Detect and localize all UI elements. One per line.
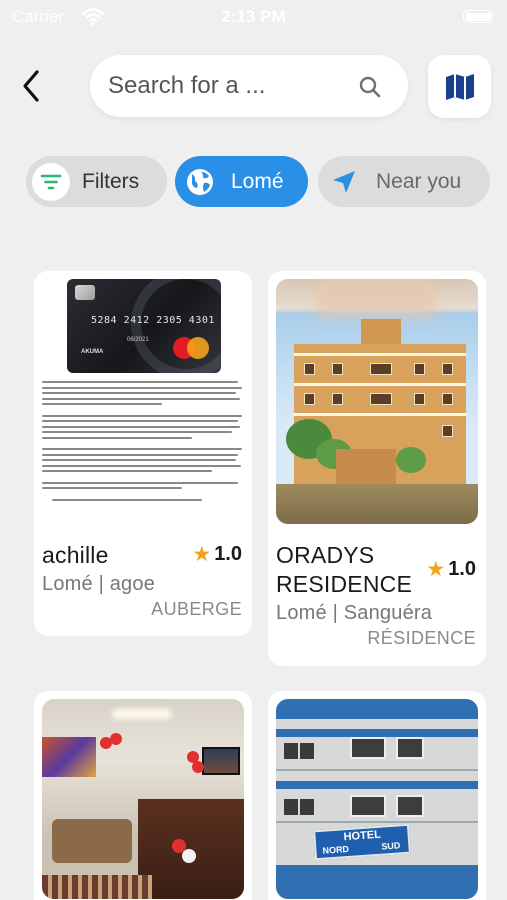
filters-chip[interactable]: Filters: [26, 156, 167, 207]
listing-rating: ★ 1.0: [192, 542, 242, 567]
clock: 2:13 PM: [221, 7, 286, 26]
status-bar: Carrier 2:13 PM: [0, 0, 507, 34]
listing-card[interactable]: 5284 2412 2305 4301 06/2021 AKUMA achill…: [34, 271, 252, 636]
document-text: [42, 381, 244, 504]
rating-value: 1.0: [214, 543, 242, 565]
listing-photo: HOTEL NORD SUD: [276, 699, 478, 899]
back-button[interactable]: [14, 66, 48, 106]
map-view-button[interactable]: [428, 55, 491, 118]
listing-type: RÉSIDENCE: [367, 628, 476, 648]
listing-location: Lomé | agoe: [42, 573, 156, 595]
mastercard-logo: [173, 337, 209, 359]
sofa-image: [52, 819, 132, 863]
search-input[interactable]: [108, 69, 348, 103]
near-you-chip[interactable]: Near you: [318, 156, 490, 207]
listing-title: ORADYS RESIDENCE: [276, 542, 412, 597]
filters-chip-label: Filters: [82, 169, 140, 193]
listing-type: AUBERGE: [151, 599, 242, 619]
listing-location: Lomé | Sanguéra: [276, 602, 433, 624]
listing-card[interactable]: [34, 691, 252, 900]
listing-card[interactable]: ORADYS RESIDENCE ★ 1.0 Lomé | Sanguéra R…: [268, 271, 486, 666]
credit-card-image: 5284 2412 2305 4301 06/2021 AKUMA: [67, 279, 221, 373]
listing-title: achille: [42, 542, 109, 568]
painting-image: [42, 737, 96, 777]
filter-icon: [40, 174, 62, 189]
search-bar[interactable]: [90, 55, 408, 117]
rating-value: 1.0: [448, 558, 476, 580]
city-chip-lome[interactable]: Lomé: [175, 156, 308, 207]
chevron-left-icon: [23, 70, 39, 102]
card-holder: AKUMA: [81, 349, 104, 355]
listing-photo: [276, 279, 478, 524]
listing-rating: ★ 1.0: [426, 557, 476, 582]
tv-screen-image: [202, 747, 240, 775]
battery-icon: [463, 10, 493, 23]
listing-photo: [42, 699, 244, 899]
card-valid-date: 06/2021: [127, 337, 149, 343]
hotel-building-photo: [276, 279, 478, 524]
globe-icon: [187, 168, 213, 195]
star-icon: ★: [426, 558, 446, 581]
map-icon: [445, 73, 474, 100]
location-arrow-icon: [333, 170, 355, 193]
search-icon[interactable]: [358, 75, 382, 99]
hotel-nord-sud-photo: HOTEL NORD SUD: [276, 699, 478, 899]
listing-card[interactable]: HOTEL NORD SUD: [268, 691, 486, 900]
hotel-sign: HOTEL NORD SUD: [313, 823, 411, 861]
near-you-chip-label: Near you: [376, 169, 462, 193]
listing-photo: 5284 2412 2305 4301 06/2021 AKUMA: [42, 279, 244, 534]
city-chip-label: Lomé: [231, 169, 284, 193]
lobby-photo: [42, 699, 244, 899]
document-photo: 5284 2412 2305 4301 06/2021 AKUMA: [42, 279, 244, 534]
star-icon: ★: [192, 543, 212, 566]
card-number: 5284 2412 2305 4301: [91, 315, 215, 326]
